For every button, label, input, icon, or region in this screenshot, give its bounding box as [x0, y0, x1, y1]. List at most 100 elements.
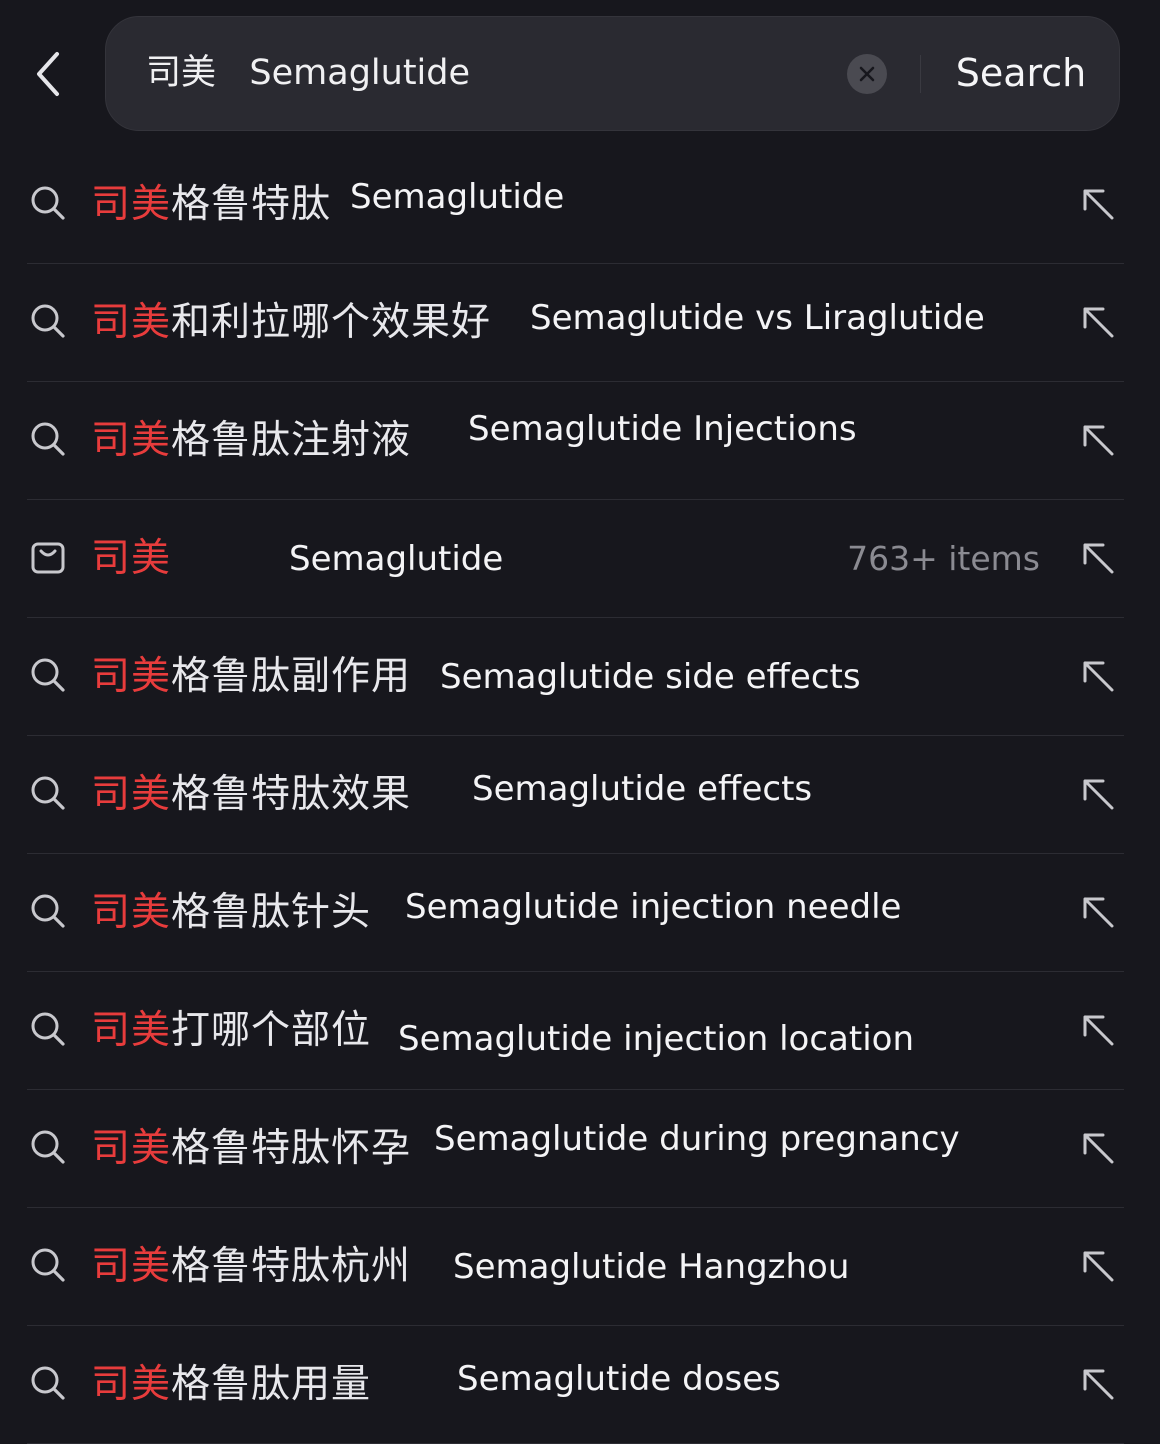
fill-query-button[interactable]	[1074, 1124, 1122, 1172]
suggestion-row[interactable]: 司美格鲁特肽效果 Semaglutide effects	[0, 736, 1160, 854]
search-button[interactable]: Search	[936, 17, 1106, 130]
search-icon	[30, 657, 66, 693]
fill-query-button[interactable]	[1074, 1242, 1122, 1290]
arrow-up-left-icon	[1083, 1133, 1114, 1164]
suggestion-en: Semaglutide	[350, 177, 565, 217]
shopping-bag-icon	[30, 539, 66, 575]
arrow-up-left-icon	[1083, 1251, 1114, 1282]
suggestion-cn: 司美	[91, 500, 171, 618]
arrow-up-left-icon	[1083, 897, 1114, 928]
suggestion-rest: 格鲁特肽杭州	[171, 1244, 412, 1289]
fill-query-button[interactable]	[1074, 1006, 1122, 1054]
suggestion-en: Semaglutide injection needle	[405, 887, 902, 927]
divider	[920, 55, 921, 93]
suggestion-cn: 司美和利拉哪个效果好	[91, 264, 491, 382]
suggestion-highlight: 司美	[91, 300, 172, 345]
query-cn: 司美	[146, 53, 217, 93]
suggestion-row[interactable]: 司美 Semaglutide 763+ items	[0, 500, 1160, 618]
suggestion-cn: 司美格鲁特肽杭州	[91, 1208, 411, 1326]
suggestion-highlight: 司美	[91, 772, 172, 817]
suggestion-highlight: 司美	[91, 654, 172, 699]
suggestion-en: Semaglutide side effects	[440, 657, 861, 697]
suggestion-en: Semaglutide doses	[457, 1359, 781, 1399]
suggestion-row[interactable]: 司美和利拉哪个效果好 Semaglutide vs Liraglutide	[0, 264, 1160, 382]
suggestion-highlight: 司美	[91, 536, 172, 581]
suggestion-rest: 格鲁特肽	[171, 182, 332, 227]
suggestion-rest: 格鲁特肽怀孕	[171, 1126, 412, 1171]
shopping-bag-icon	[31, 542, 65, 574]
search-icon	[31, 658, 65, 692]
suggestion-highlight: 司美	[91, 1362, 172, 1407]
search-icon	[31, 186, 65, 220]
fill-query-button[interactable]	[1074, 180, 1122, 228]
suggestion-row[interactable]: 司美格鲁特肽 Semaglutide	[0, 146, 1160, 264]
item-count: 763+ items	[847, 539, 1040, 578]
fill-query-button[interactable]	[1074, 534, 1122, 582]
search-input[interactable]: 司美 Semaglutide Search	[105, 16, 1120, 131]
search-icon	[30, 1365, 66, 1401]
suggestion-rest: 格鲁肽用量	[171, 1362, 372, 1407]
suggestion-row[interactable]: 司美格鲁肽针头 Semaglutide injection needle	[0, 854, 1160, 972]
arrow-up-left-icon	[1083, 543, 1114, 574]
search-icon	[31, 1366, 65, 1400]
search-icon	[31, 422, 65, 456]
suggestion-highlight: 司美	[91, 1126, 172, 1171]
search-icon	[31, 1248, 65, 1282]
search-icon	[30, 893, 66, 929]
suggestion-row[interactable]: 司美格鲁肽注射液 Semaglutide Injections	[0, 382, 1160, 500]
suggestion-cn: 司美格鲁肽用量	[91, 1326, 371, 1444]
arrow-up-left-icon	[1083, 307, 1114, 338]
arrow-up-left-icon	[1083, 1015, 1114, 1046]
arrow-up-left-icon	[1083, 1369, 1114, 1400]
suggestion-cn: 司美格鲁肽副作用	[91, 618, 411, 736]
suggestion-en: Semaglutide during pregnancy	[434, 1119, 960, 1159]
arrow-up-left-icon	[1083, 189, 1114, 220]
fill-query-button[interactable]	[1074, 652, 1122, 700]
chevron-left-icon	[37, 52, 59, 96]
suggestion-cn: 司美格鲁特肽效果	[91, 736, 411, 854]
query-en: Semaglutide	[249, 53, 471, 93]
fill-query-button[interactable]	[1074, 416, 1122, 464]
suggestion-highlight: 司美	[91, 1244, 172, 1289]
suggestion-row[interactable]: 司美格鲁肽副作用 Semaglutide side effects	[0, 618, 1160, 736]
search-icon	[30, 775, 66, 811]
search-icon	[31, 894, 65, 928]
search-icon	[31, 1130, 65, 1164]
search-icon	[30, 1247, 66, 1283]
suggestion-row[interactable]: 司美格鲁肽用量 Semaglutide doses	[0, 1326, 1160, 1444]
suggestion-rest: 格鲁特肽效果	[171, 772, 412, 817]
arrow-up-left-icon	[1083, 661, 1114, 692]
suggestion-en: Semaglutide effects	[472, 769, 813, 809]
suggestion-rest: 和利拉哪个效果好	[171, 300, 492, 345]
suggestion-highlight: 司美	[91, 890, 172, 935]
suggestion-rest: 打哪个部位	[171, 1008, 372, 1053]
clear-button[interactable]	[847, 54, 887, 94]
suggestion-en: Semaglutide Hangzhou	[453, 1247, 850, 1287]
suggestion-en: Semaglutide	[289, 539, 504, 579]
suggestion-en: Semaglutide Injections	[468, 409, 857, 449]
fill-query-button[interactable]	[1074, 888, 1122, 936]
fill-query-button[interactable]	[1074, 770, 1122, 818]
suggestion-rest: 格鲁肽副作用	[171, 654, 412, 699]
suggestion-highlight: 司美	[91, 182, 172, 227]
close-icon	[859, 66, 875, 82]
suggestion-row[interactable]: 司美格鲁特肽怀孕 Semaglutide during pregnancy	[0, 1090, 1160, 1208]
search-header: 司美 Semaglutide Search	[0, 0, 1160, 146]
suggestion-row[interactable]: 司美格鲁特肽杭州 Semaglutide Hangzhou	[0, 1208, 1160, 1326]
suggestion-cn: 司美格鲁特肽	[91, 146, 331, 264]
suggestion-row[interactable]: 司美打哪个部位 Semaglutide injection location	[0, 972, 1160, 1090]
back-button[interactable]	[22, 44, 74, 104]
suggestion-highlight: 司美	[91, 1008, 172, 1053]
suggestion-highlight: 司美	[91, 418, 172, 463]
search-icon	[30, 303, 66, 339]
suggestion-cn: 司美打哪个部位	[91, 972, 371, 1090]
arrow-up-left-icon	[1083, 425, 1114, 456]
search-icon	[31, 1012, 65, 1046]
search-icon	[30, 1129, 66, 1165]
fill-query-button[interactable]	[1074, 298, 1122, 346]
search-icon	[30, 1011, 66, 1047]
search-query[interactable]: 司美 Semaglutide	[146, 17, 470, 130]
suggestion-cn: 司美格鲁特肽怀孕	[91, 1090, 411, 1208]
search-icon	[30, 185, 66, 221]
fill-query-button[interactable]	[1074, 1360, 1122, 1408]
